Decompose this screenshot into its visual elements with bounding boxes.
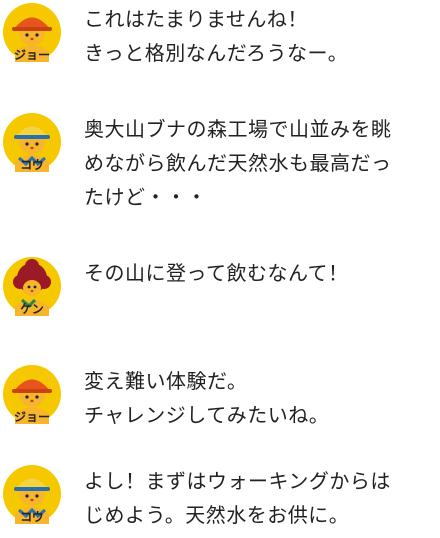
message-line: たけど・・・ (84, 185, 207, 209)
message-line: めながら飲んだ天然水も最高だっ (84, 151, 392, 175)
message-text: よし！まずはウォーキングからは じめよう。天然水をお供に。 (84, 464, 440, 532)
kou-avatar-icon: コウ (2, 112, 62, 172)
message-line: チャレンジしてみたいね。 (84, 403, 330, 427)
message-line: きっと格別なんだろうなー。 (84, 41, 349, 65)
speaker-name: コウ (20, 158, 44, 172)
speaker-name: ジョー (13, 48, 50, 62)
message-line: じめよう。天然水をお供に。 (84, 503, 350, 527)
ken-avatar-icon: ケン (2, 256, 62, 316)
message-text: 変え難い体験だ。 チャレンジしてみたいね。 (84, 364, 440, 432)
message-line: 変え難い体験だ。 (84, 369, 248, 393)
kou-avatar-icon: コウ (2, 464, 62, 524)
speaker-name: ケン (20, 302, 44, 316)
message-line: その山に登って飲むなんて！ (84, 261, 349, 285)
message-line: 奥大山ブナの森工場で山並みを眺 (84, 117, 392, 141)
joe-avatar-icon: ジョー (2, 364, 62, 424)
joe-avatar-icon: ジョー (2, 2, 62, 62)
chat-conversation: ジョー これはたまりませんね！ きっと格別なんだろうなー。 コウ 奥大山ブナの森… (0, 0, 440, 538)
speaker-name: コウ (20, 510, 44, 524)
message-text: 奥大山ブナの森工場で山並みを眺 めながら飲んだ天然水も最高だっ たけど・・・ (84, 112, 440, 214)
speaker-name: ジョー (13, 410, 50, 424)
message-line: これはたまりませんね！ (84, 7, 308, 31)
message-text: その山に登って飲むなんて！ (84, 256, 440, 290)
message-line: よし！まずはウォーキングからは (84, 469, 391, 493)
message-text: これはたまりませんね！ きっと格別なんだろうなー。 (84, 2, 440, 70)
